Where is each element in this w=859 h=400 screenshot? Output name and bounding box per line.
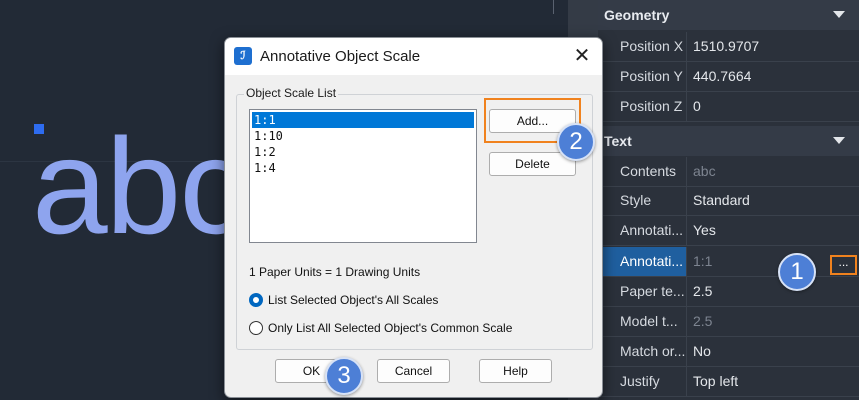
- property-value[interactable]: 440.7664: [686, 62, 859, 91]
- property-name: Annotati...: [598, 247, 686, 276]
- close-button[interactable]: ✕: [562, 38, 602, 75]
- property-row-paper-text-height[interactable]: Paper te... 2.5: [598, 277, 859, 307]
- property-value[interactable]: 2.5: [686, 307, 859, 336]
- dialog-title: Annotative Object Scale: [260, 48, 421, 65]
- property-value[interactable]: Top left: [686, 367, 859, 396]
- property-name: Position Z: [620, 98, 683, 114]
- property-row-annotative[interactable]: Annotati... Yes: [598, 216, 859, 246]
- collapse-caret-icon[interactable]: [833, 137, 845, 144]
- list-item[interactable]: 1:10: [252, 128, 474, 144]
- text-grip-handle[interactable]: [34, 124, 44, 134]
- property-name: Justify: [620, 373, 660, 389]
- radio-all-scales[interactable]: [249, 293, 263, 307]
- property-name: Annotati...: [620, 222, 684, 238]
- radio-common-scale[interactable]: [249, 321, 263, 335]
- property-name: Style: [620, 192, 652, 208]
- property-value[interactable]: 1510.9707: [686, 32, 859, 61]
- property-row-model-text-height[interactable]: Model t... 2.5: [598, 307, 859, 337]
- group-label: Object Scale List: [244, 86, 339, 100]
- step-badge-3: 3: [325, 357, 363, 395]
- list-item[interactable]: 1:1: [252, 112, 474, 128]
- scale-listbox[interactable]: 1:1 1:10 1:2 1:4: [249, 109, 477, 243]
- canvas-text-object[interactable]: abc: [32, 118, 247, 254]
- section-title: Text: [604, 133, 632, 149]
- annotative-object-scale-dialog: ℐ Annotative Object Scale ✕ Object Scale…: [224, 37, 603, 398]
- property-row-annotative-scale[interactable]: Annotati... 1:1: [598, 247, 859, 277]
- section-header-text[interactable]: Text: [598, 126, 859, 156]
- property-name: Match or...: [620, 343, 686, 359]
- radio-common-scale-label[interactable]: Only List All Selected Object's Common S…: [268, 321, 512, 335]
- property-name: Position Y: [620, 68, 683, 84]
- property-name: Paper te...: [620, 283, 685, 299]
- list-item[interactable]: 1:2: [252, 144, 474, 160]
- property-value[interactable]: Yes: [686, 216, 859, 245]
- property-name: Position X: [620, 38, 684, 54]
- help-button[interactable]: Help: [479, 359, 552, 383]
- property-row-style[interactable]: Style Standard: [598, 186, 859, 216]
- cancel-button[interactable]: Cancel: [377, 359, 450, 383]
- property-value[interactable]: Standard: [686, 186, 859, 215]
- section-header-geometry[interactable]: Geometry: [598, 0, 859, 30]
- property-row-justify[interactable]: Justify Top left: [598, 367, 859, 397]
- units-text: 1 Paper Units = 1 Drawing Units: [249, 265, 421, 279]
- dialog-titlebar[interactable]: ℐ Annotative Object Scale ✕: [225, 38, 602, 75]
- property-row-position-x[interactable]: Position X 1510.9707: [598, 32, 859, 62]
- step-badge-1: 1: [778, 253, 816, 291]
- property-value[interactable]: No: [686, 337, 859, 366]
- property-value[interactable]: abc: [686, 157, 859, 186]
- radio-all-scales-label[interactable]: List Selected Object's All Scales: [268, 293, 438, 307]
- app-icon: ℐ: [234, 47, 252, 65]
- annotative-scale-ellipsis-button[interactable]: ...: [830, 255, 857, 275]
- properties-panel: Geometry Position X 1510.9707 Position Y…: [568, 0, 859, 400]
- property-row-position-y[interactable]: Position Y 440.7664: [598, 62, 859, 92]
- property-row-contents[interactable]: Contents abc: [598, 157, 859, 187]
- property-value[interactable]: 2.5: [686, 277, 859, 306]
- collapse-caret-icon[interactable]: [833, 11, 845, 18]
- section-title: Geometry: [604, 7, 670, 23]
- step-badge-2: 2: [557, 123, 595, 161]
- property-row-position-z[interactable]: Position Z 0: [598, 92, 859, 122]
- property-name: Contents: [620, 163, 677, 179]
- property-value[interactable]: 0: [686, 92, 859, 121]
- property-name: Model t...: [620, 313, 678, 329]
- list-item[interactable]: 1:4: [252, 160, 474, 176]
- canvas-grid-line: [553, 0, 554, 14]
- property-row-match-orientation[interactable]: Match or... No: [598, 337, 859, 367]
